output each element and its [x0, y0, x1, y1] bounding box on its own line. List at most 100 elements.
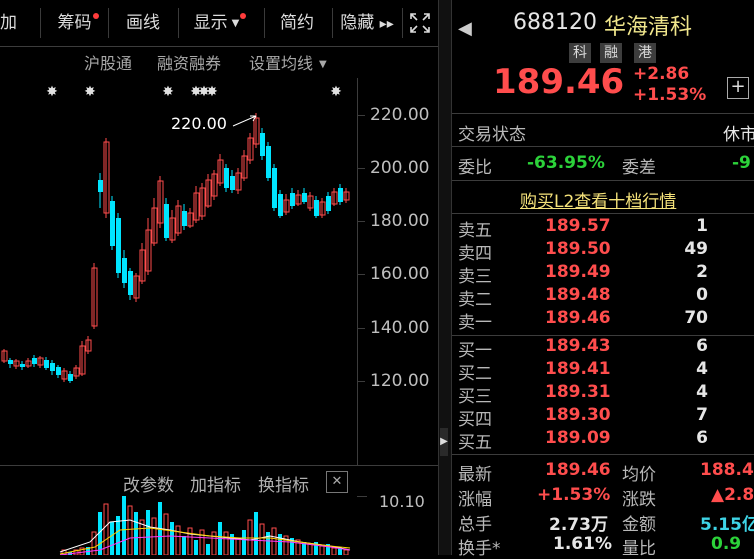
ask-volume: 49	[684, 239, 708, 259]
simple-button[interactable]: 简约	[268, 4, 326, 42]
turnover-value: 1.61%	[553, 534, 612, 554]
bid-volume: 6	[696, 428, 708, 448]
event-markers: ✸ ✸ ✸ ✸✸✸ ✸	[46, 84, 342, 100]
ma-setting-label: 设置均线	[249, 54, 314, 73]
price-tick-label: 200.00	[370, 158, 430, 178]
qty-ratio-value: 0.9	[711, 534, 742, 554]
stock-code: 688120	[513, 10, 597, 35]
volume-label: 总手	[458, 515, 492, 535]
price-tick-label: 180.00	[370, 211, 430, 231]
ask-volume: 2	[696, 262, 708, 282]
amount-label: 金额	[622, 515, 656, 535]
svg-text:✸: ✸	[206, 84, 218, 100]
price-change-pct: +1.53%	[633, 85, 707, 105]
draw-line-button[interactable]: 画线	[112, 4, 174, 42]
latest-value: 189.46	[545, 460, 611, 480]
fullscreen-button[interactable]	[406, 4, 434, 42]
margin-link[interactable]: 融资融券	[157, 50, 221, 73]
last-price: 189.46	[493, 62, 625, 102]
svg-text:✸: ✸	[162, 84, 174, 100]
price-tick-mark	[357, 274, 365, 275]
avg-label: 均价	[622, 465, 656, 485]
prev-stock-arrow[interactable]: ◀	[458, 18, 472, 39]
latest-label: 最新	[458, 465, 492, 485]
tag-star-market: 科	[569, 43, 591, 63]
add-button[interactable]: 加	[0, 4, 17, 42]
hide-button[interactable]: 隐藏 ▸▸	[336, 4, 398, 42]
ask-price: 189.49	[545, 262, 611, 282]
turnover-label: 换手*	[458, 539, 501, 559]
bid-level-label: 买三	[458, 387, 492, 407]
commission-ratio-label: 委比	[458, 158, 492, 178]
collapse-handle[interactable]: ▶	[440, 428, 448, 456]
qty-ratio-label: 量比	[622, 539, 656, 559]
bid-level-label: 买五	[458, 433, 492, 453]
price-tick-mark	[357, 115, 365, 116]
close-indicator-button[interactable]: ✕	[326, 471, 348, 493]
bid-volume: 4	[696, 382, 708, 402]
ask-volume: 70	[684, 308, 708, 328]
chips-label: 筹码	[57, 13, 92, 33]
tag-hk-connect: 港	[634, 43, 656, 63]
chevron-left-icon: ◀	[458, 18, 472, 39]
bid-volume: 7	[696, 405, 708, 425]
chart-toolbar: 加 筹码 画线 显示 ▼ 简约 隐藏 ▸▸	[0, 0, 438, 46]
chips-notify-dot	[92, 13, 99, 19]
ma-setting-link[interactable]: 设置均线 ▼	[249, 50, 327, 73]
chg-label: 涨跌	[622, 490, 656, 510]
bid-price: 189.41	[545, 359, 611, 379]
pct-label: 涨幅	[458, 490, 492, 510]
price-tick-mark	[357, 328, 365, 329]
plus-icon: +	[730, 76, 746, 97]
indicator-tick: 10.10	[379, 492, 425, 511]
svg-text:✸: ✸	[46, 84, 58, 100]
price-tick-label: 120.00	[370, 371, 430, 391]
bid-price: 189.09	[545, 428, 611, 448]
avg-value: 188.4	[700, 460, 754, 480]
commission-ratio-value: -63.95%	[527, 153, 605, 173]
bid-level-label: 买二	[458, 364, 492, 384]
svg-text:✸: ✸	[330, 84, 342, 100]
bid-level-label: 买四	[458, 410, 492, 430]
close-icon: ✕	[331, 474, 343, 489]
stock-name: 华海清科	[604, 15, 693, 40]
bid-volume: 4	[696, 359, 708, 379]
bid-volume: 6	[696, 336, 708, 356]
chips-button[interactable]: 筹码	[50, 4, 106, 42]
bid-price: 189.31	[545, 382, 611, 402]
trade-status-value: 休市	[723, 125, 754, 145]
svg-text:✸: ✸	[84, 84, 96, 100]
price-tick-mark	[357, 221, 365, 222]
caret-down-icon: ▼	[231, 18, 240, 29]
high-price-label: 220.00	[171, 114, 227, 133]
price-tick-label: 160.00	[370, 264, 430, 284]
display-label: 显示	[193, 13, 228, 33]
buy-l2-link[interactable]: 购买L2查看十档行情	[520, 187, 676, 212]
ask-price: 189.57	[545, 216, 611, 236]
sh-connect-link[interactable]: 沪股通	[84, 50, 132, 73]
chg-value: ▲2.8	[711, 485, 754, 505]
price-tick-mark	[357, 381, 365, 382]
ask-level-label: 卖三	[458, 267, 492, 287]
price-tick-label: 140.00	[370, 318, 430, 338]
double-arrow-icon: ▸▸	[379, 16, 394, 32]
display-button[interactable]: 显示 ▼	[182, 4, 258, 42]
ask-price: 189.48	[545, 285, 611, 305]
ask-volume: 0	[696, 285, 708, 305]
candlesticks	[1, 113, 350, 383]
high-annotation	[232, 115, 257, 127]
ask-level-label: 卖五	[458, 221, 492, 241]
amount-value: 5.15亿	[700, 515, 754, 535]
ask-level-label: 卖二	[458, 290, 492, 310]
ask-level-label: 卖四	[458, 244, 492, 264]
panel-splitter[interactable]	[438, 0, 452, 555]
tag-margin: 融	[600, 43, 622, 63]
volume-chart	[59, 496, 351, 555]
price-tick-label: 220.00	[370, 105, 430, 125]
add-watchlist-button[interactable]: +	[727, 77, 749, 99]
price-tick-mark	[357, 168, 365, 169]
price-change: +2.86	[633, 64, 690, 84]
volume-bars	[61, 496, 349, 555]
ask-price: 189.46	[545, 308, 611, 328]
caret-down-icon: ▼	[319, 59, 327, 70]
